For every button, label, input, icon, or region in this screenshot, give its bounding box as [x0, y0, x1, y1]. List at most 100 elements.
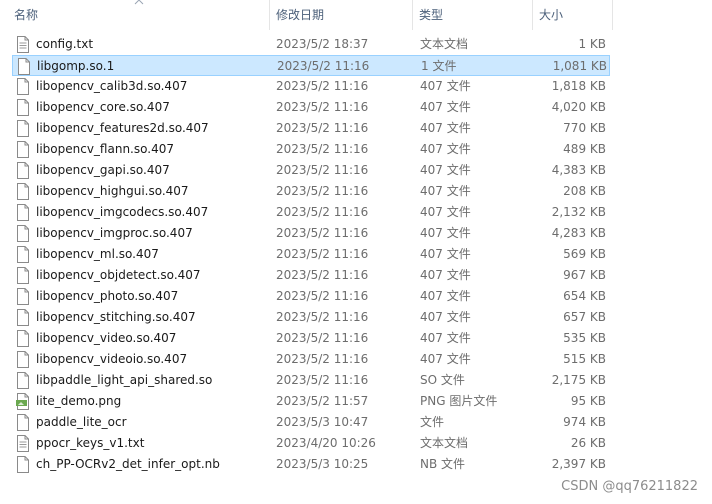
- file-type: 文本文档: [420, 436, 469, 450]
- file-modified-date: 2023/5/2 11:16: [276, 331, 369, 345]
- file-size: 1,081 KB: [552, 59, 607, 73]
- file-row[interactable]: libopencv_videoio.so.407 2023/5/2 11:16 40…: [12, 349, 610, 370]
- column-header-type-label: 类型: [419, 8, 444, 22]
- file-type: 407 文件: [420, 205, 471, 219]
- file-row[interactable]: config.txt 2023/5/2 18:37 文本文档 1 KB: [12, 34, 610, 55]
- file-size: 4,020 KB: [551, 100, 606, 114]
- file-type: 407 文件: [420, 226, 471, 240]
- file-row[interactable]: libopencv_objdetect.so.407 2023/5/2 11:16…: [12, 265, 610, 286]
- file-type: 407 文件: [420, 289, 471, 303]
- file-row[interactable]: libgomp.so.1 2023/5/2 11:16 1 文件 1,081 KB: [12, 55, 610, 76]
- column-header-type[interactable]: 类型: [413, 0, 533, 30]
- file-size: 489 KB: [563, 142, 606, 156]
- blank-file-icon: [16, 183, 30, 200]
- file-row[interactable]: ppocr_keys_v1.txt 2023/4/20 10:26 文本文档 26 K…: [12, 433, 610, 454]
- column-header-date-label: 修改日期: [276, 8, 325, 22]
- file-name: libopencv_videoio.so.407: [36, 352, 188, 366]
- file-modified-date: 2023/5/2 11:16: [276, 184, 369, 198]
- file-name: libpaddle_light_api_shared.so: [36, 373, 213, 387]
- blank-file-icon: [16, 309, 30, 326]
- file-row[interactable]: libopencv_features2d.so.407 2023/5/2 11:1…: [12, 118, 610, 139]
- file-row[interactable]: libopencv_photo.so.407 2023/5/2 11:16 407 …: [12, 286, 610, 307]
- file-name: ppocr_keys_v1.txt: [36, 436, 145, 450]
- file-modified-date: 2023/5/2 11:16: [276, 121, 369, 135]
- blank-file-icon: [16, 288, 30, 305]
- file-modified-date: 2023/5/2 11:16: [277, 59, 370, 73]
- file-row[interactable]: libopencv_stitching.so.407 2023/5/2 11:16…: [12, 307, 610, 328]
- file-modified-date: 2023/5/2 11:16: [276, 205, 369, 219]
- file-row[interactable]: lite_demo.png 2023/5/2 11:57 PNG 图片文件 95 KB: [12, 391, 610, 412]
- file-row[interactable]: libopencv_imgcodecs.so.407 2023/5/2 11:16…: [12, 202, 610, 223]
- file-size: 2,175 KB: [551, 373, 606, 387]
- file-size: 95 KB: [570, 394, 606, 408]
- file-name: libopencv_features2d.so.407: [36, 121, 209, 135]
- file-modified-date: 2023/5/2 11:16: [276, 268, 369, 282]
- file-size: 654 KB: [563, 289, 606, 303]
- file-row[interactable]: libpaddle_light_api_shared.so 2023/5/2 11…: [12, 370, 610, 391]
- file-name: libgomp.so.1: [37, 59, 115, 73]
- file-size: 967 KB: [563, 268, 606, 282]
- file-type: 407 文件: [420, 163, 471, 177]
- column-header-name[interactable]: 名称: [8, 0, 270, 30]
- file-modified-date: 2023/5/2 11:16: [276, 79, 369, 93]
- file-type: PNG 图片文件: [420, 394, 498, 408]
- blank-file-icon: [16, 456, 30, 473]
- file-name: libopencv_gapi.so.407: [36, 163, 170, 177]
- column-header-date[interactable]: 修改日期: [270, 0, 413, 30]
- file-name: libopencv_calib3d.so.407: [36, 79, 188, 93]
- text-file-icon: [16, 435, 30, 452]
- file-row[interactable]: libopencv_gapi.so.407 2023/5/2 11:16 407 文…: [12, 160, 610, 181]
- file-name: paddle_lite_ocr: [36, 415, 127, 429]
- file-name: config.txt: [36, 37, 94, 51]
- file-type: 407 文件: [420, 100, 471, 114]
- file-size: 569 KB: [563, 247, 606, 261]
- column-header-size[interactable]: 大小: [533, 0, 613, 30]
- file-size: 4,383 KB: [551, 163, 606, 177]
- file-size: 515 KB: [563, 352, 606, 366]
- file-type: 文本文档: [420, 37, 469, 51]
- blank-file-icon: [16, 330, 30, 347]
- file-row[interactable]: libopencv_ml.so.407 2023/5/2 11:16 407 文件 5…: [12, 244, 610, 265]
- blank-file-icon: [16, 162, 30, 179]
- file-name: libopencv_core.so.407: [36, 100, 170, 114]
- png-image-icon: [16, 393, 30, 410]
- blank-file-icon: [16, 372, 30, 389]
- file-modified-date: 2023/5/2 11:16: [276, 142, 369, 156]
- file-size: 974 KB: [563, 415, 606, 429]
- blank-file-icon: [16, 120, 30, 137]
- blank-file-icon: [16, 351, 30, 368]
- file-modified-date: 2023/5/2 11:16: [276, 310, 369, 324]
- file-size: 657 KB: [563, 310, 606, 324]
- file-size: 1 KB: [578, 37, 606, 51]
- file-row[interactable]: ch_PP-OCRv2_det_infer_opt.nb 2023/5/3 10:…: [12, 454, 610, 475]
- file-row[interactable]: libopencv_core.so.407 2023/5/2 11:16 407 文…: [12, 97, 610, 118]
- file-row[interactable]: libopencv_calib3d.so.407 2023/5/2 11:16 40…: [12, 76, 610, 97]
- file-row[interactable]: libopencv_imgproc.so.407 2023/5/2 11:16 40…: [12, 223, 610, 244]
- column-header-size-label: 大小: [539, 8, 564, 22]
- file-size: 208 KB: [563, 184, 606, 198]
- file-size: 535 KB: [563, 331, 606, 345]
- file-modified-date: 2023/5/2 11:57: [276, 394, 369, 408]
- file-modified-date: 2023/5/2 11:16: [276, 163, 369, 177]
- file-modified-date: 2023/5/2 11:16: [276, 352, 369, 366]
- file-row[interactable]: libopencv_video.so.407 2023/5/2 11:16 407 …: [12, 328, 610, 349]
- blank-file-icon: [16, 414, 30, 431]
- file-modified-date: 2023/5/3 10:47: [276, 415, 369, 429]
- file-type: 407 文件: [420, 121, 471, 135]
- file-name: libopencv_imgcodecs.so.407: [36, 205, 209, 219]
- file-modified-date: 2023/4/20 10:26: [276, 436, 376, 450]
- file-type: 文件: [420, 415, 445, 429]
- file-row[interactable]: paddle_lite_ocr 2023/5/3 10:47 文件 974 KB: [12, 412, 610, 433]
- file-name: libopencv_imgproc.so.407: [36, 226, 193, 240]
- file-row[interactable]: libopencv_flann.so.407 2023/5/2 11:16 407 …: [12, 139, 610, 160]
- file-size: 770 KB: [563, 121, 606, 135]
- file-name: libopencv_photo.so.407: [36, 289, 179, 303]
- file-type: 407 文件: [420, 247, 471, 261]
- file-row[interactable]: libopencv_highgui.so.407 2023/5/2 11:16 40…: [12, 181, 610, 202]
- file-type: 407 文件: [420, 142, 471, 156]
- blank-file-icon: [16, 225, 30, 242]
- column-header-bar: 名称 修改日期 类型 大小: [0, 0, 712, 30]
- watermark: CSDN @qq76211822: [561, 479, 698, 494]
- blank-file-icon: [16, 141, 30, 158]
- file-modified-date: 2023/5/2 18:37: [276, 37, 369, 51]
